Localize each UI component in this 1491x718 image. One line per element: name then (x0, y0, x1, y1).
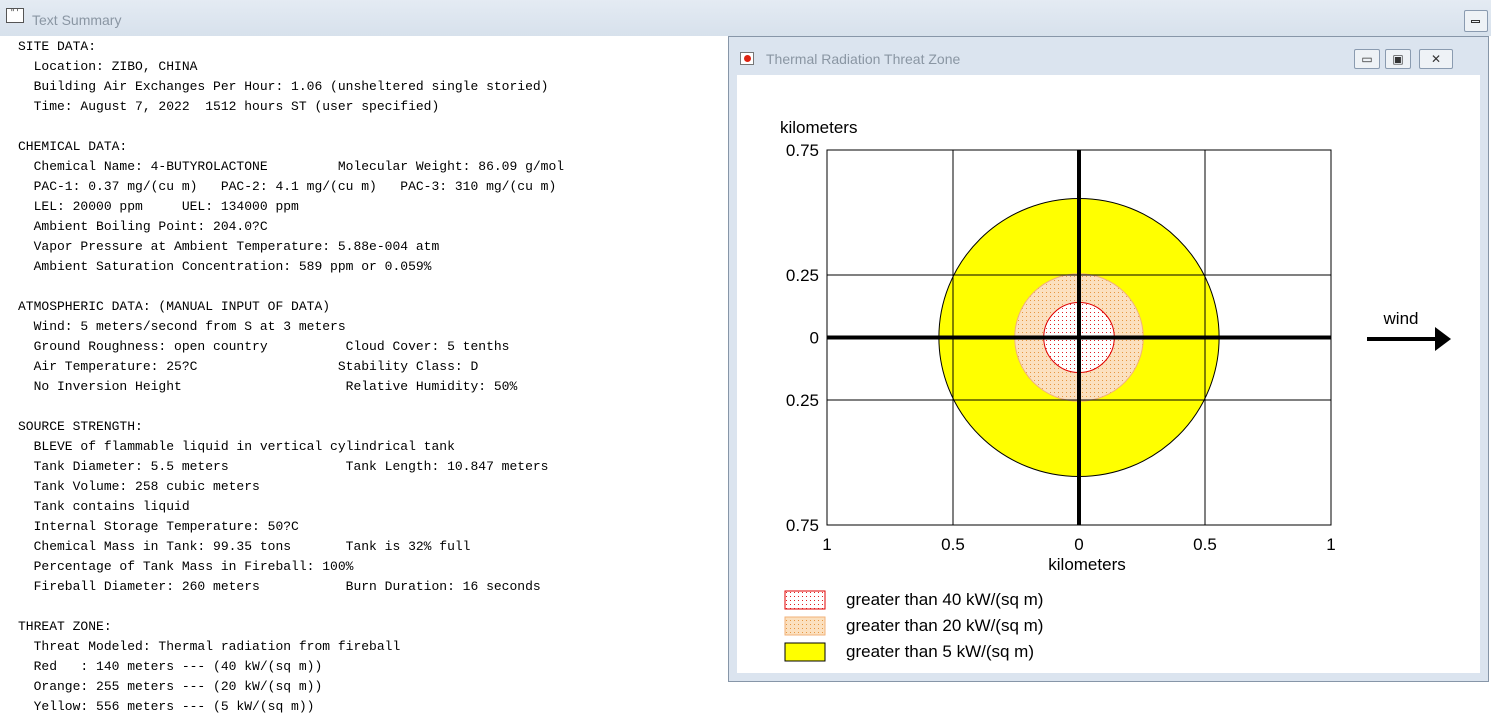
report-line: CHEMICAL DATA: (18, 139, 128, 154)
report-line: Wind: 5 meters/second from S at 3 meters (18, 319, 346, 334)
x-axis-unit-label: kilometers (1048, 555, 1125, 574)
report-line: ATMOSPHERIC DATA: (MANUAL INPUT OF DATA) (18, 299, 331, 314)
report-line: LEL: 20000 ppm UEL: 134000 ppm (18, 199, 299, 214)
x-tick-label: 1 (1326, 535, 1335, 554)
popup-restore-button[interactable]: ▣ (1385, 49, 1411, 69)
report-line: Air Temperature: 25?C Stability Class: D (18, 359, 479, 374)
report-line: SITE DATA: (18, 39, 97, 54)
x-tick-label: 0.5 (941, 535, 965, 554)
legend-swatch-yellow (784, 642, 826, 662)
report-line: Yellow: 556 meters --- (5 kW/(sq m)) (18, 699, 315, 714)
threat-zone-plot: 0.750.2500.250.751 0.5 0 0.5 1 kilometers ki… (780, 118, 1451, 662)
x-tick-label: 0 (1074, 535, 1083, 554)
text-summary-report: SITE DATA: Location: ZIBO, CHINA Buildin… (18, 37, 564, 717)
minimize-icon: ▭ (1361, 52, 1373, 66)
y-tick-label: 0.75 (786, 141, 819, 160)
threat-zone-window-title: Thermal Radiation Threat Zone (766, 51, 961, 67)
report-line: Time: August 7, 2022 1512 hours ST (user… (18, 99, 440, 114)
report-line: Internal Storage Temperature: 50?C (18, 519, 299, 534)
report-line: Location: ZIBO, CHINA (18, 59, 198, 74)
y-tick-label: 0 (810, 329, 819, 348)
legend-swatch-orange (784, 616, 826, 636)
y-tick-label: 0.75 (786, 516, 819, 535)
restore-icon: ▣ (1392, 52, 1404, 66)
wind-indicator: wind (1367, 309, 1451, 351)
report-line: Building Air Exchanges Per Hour: 1.06 (u… (18, 79, 549, 94)
report-line: PAC-1: 0.37 mg/(cu m) PAC-2: 4.1 mg/(cu … (18, 179, 557, 194)
close-icon: ✕ (1430, 52, 1442, 66)
report-line: Chemical Name: 4-BUTYROLACTONE Molecular… (18, 159, 565, 174)
wind-arrow-head-icon (1435, 327, 1451, 351)
wind-label: wind (1383, 309, 1419, 328)
y-tick-label: 0.25 (786, 266, 819, 285)
popup-close-button[interactable]: ✕ (1419, 49, 1453, 69)
popup-minimize-button[interactable]: ▭ (1354, 49, 1380, 69)
threat-zone-window: Thermal Radiation Threat Zone ▭ ▣ ✕ 0.75… (728, 36, 1489, 682)
legend-label: greater than 20 kW/(sq m) (846, 616, 1043, 635)
report-line: Ambient Boiling Point: 204.0?C (18, 219, 268, 234)
report-line: Orange: 255 meters --- (20 kW/(sq m)) (18, 679, 323, 694)
y-tick-label: 0.25 (786, 391, 819, 410)
report-line: SOURCE STRENGTH: (18, 419, 143, 434)
report-line: THREAT ZONE: (18, 619, 112, 634)
threat-zone-canvas: 0.75 0.25 0 0.25 0.75 1 0.5 0 0.5 1 kilometers ki… (737, 75, 1480, 673)
report-line: Red : 140 meters --- (40 kW/(sq m)) (18, 659, 323, 674)
threat-zone-icon (740, 52, 754, 65)
report-line: Ground Roughness: open country Cloud Cov… (18, 339, 510, 354)
x-tick-label: 0.5 (1193, 535, 1217, 554)
main-window-title: Text Summary (32, 12, 122, 28)
legend-label: greater than 5 kW/(sq m) (846, 642, 1034, 661)
report-line: Percentage of Tank Mass in Fireball: 100… (18, 559, 354, 574)
y-axis-unit-label: kilometers (780, 118, 857, 137)
report-line: Vapor Pressure at Ambient Temperature: 5… (18, 239, 440, 254)
report-line: Chemical Mass in Tank: 99.35 tons Tank i… (18, 539, 471, 554)
legend-swatch-red (784, 590, 826, 610)
report-line: Ambient Saturation Concentration: 589 pp… (18, 259, 432, 274)
report-line: Fireball Diameter: 260 meters Burn Durat… (18, 579, 541, 594)
legend-label: greater than 40 kW/(sq m) (846, 590, 1043, 609)
report-line: No Inversion Height Relative Humidity: 5… (18, 379, 518, 394)
main-minimize-button[interactable] (1464, 10, 1488, 32)
report-line: BLEVE of flammable liquid in vertical cy… (18, 439, 455, 454)
report-line: Tank Volume: 258 cubic meters (18, 479, 260, 494)
report-line: Threat Modeled: Thermal radiation from f… (18, 639, 401, 654)
text-window-icon: "' (6, 8, 24, 23)
main-title-bar: "' Text Summary (0, 0, 1491, 36)
report-line: Tank Diameter: 5.5 meters Tank Length: 1… (18, 459, 549, 474)
report-line: Tank contains liquid (18, 499, 190, 514)
minimize-icon (1471, 20, 1480, 23)
x-tick-label: 1 (822, 535, 831, 554)
